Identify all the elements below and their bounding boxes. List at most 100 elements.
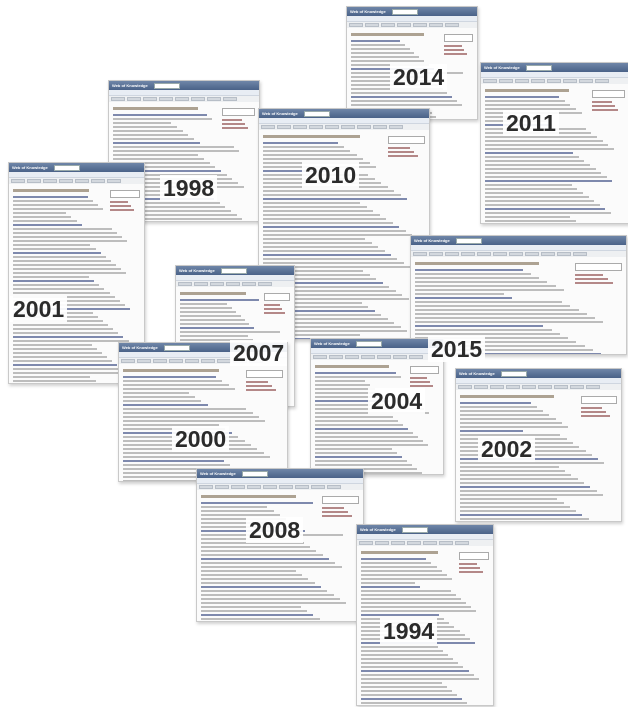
text-line xyxy=(13,212,67,214)
text-line xyxy=(263,154,357,156)
card-header: Web of Knowledge xyxy=(411,236,626,245)
year-label: 2000 xyxy=(172,426,230,452)
text-line xyxy=(351,60,425,62)
nav-tab xyxy=(201,359,215,363)
sidebar-link xyxy=(574,278,608,280)
nav-tab xyxy=(349,23,363,27)
text-line xyxy=(315,372,396,374)
text-line xyxy=(485,152,574,154)
brand-logo: Web of Knowledge xyxy=(360,527,396,532)
text-line xyxy=(201,618,320,620)
sidebar-link xyxy=(322,507,345,509)
nav-tab xyxy=(121,359,135,363)
sidebar-link xyxy=(264,304,280,306)
brand-logo: Web of Knowledge xyxy=(314,341,350,346)
search-box xyxy=(220,267,247,274)
text-line xyxy=(485,148,614,150)
nav-tab xyxy=(175,97,189,101)
text-line xyxy=(315,460,407,462)
nav-tab xyxy=(573,252,587,256)
card-header: Web of Knowledge xyxy=(357,525,493,534)
text-line xyxy=(13,248,96,250)
text-line xyxy=(13,208,104,210)
sidebar-link xyxy=(246,381,269,383)
nav-tab xyxy=(223,97,237,101)
text-line xyxy=(485,212,611,214)
nav-tab xyxy=(293,125,307,129)
text-line xyxy=(315,436,418,438)
text-line xyxy=(113,146,234,148)
nav-tab xyxy=(217,359,231,363)
nav-tab xyxy=(490,385,504,389)
nav-tab xyxy=(311,485,325,489)
text-line xyxy=(13,272,127,274)
text-line xyxy=(13,368,123,370)
search-box xyxy=(500,370,527,377)
web-of-science-screenshot-collage: Web of Knowledge Web of Knowledge Web of K… xyxy=(0,0,628,707)
sidebar-link xyxy=(322,515,352,517)
text-line xyxy=(201,586,322,588)
text-line xyxy=(460,494,603,496)
text-line xyxy=(263,218,387,220)
text-line xyxy=(113,118,213,120)
nav-tab xyxy=(461,252,475,256)
text-line xyxy=(13,324,109,326)
text-line xyxy=(201,578,309,580)
text-line xyxy=(113,130,183,132)
text-line xyxy=(263,238,366,240)
text-line xyxy=(460,486,591,488)
nav-tab xyxy=(586,385,600,389)
text-line xyxy=(415,325,544,327)
year-label: 2011 xyxy=(503,110,559,136)
brand-logo: Web of Knowledge xyxy=(122,345,158,350)
text-line xyxy=(113,154,199,156)
text-line xyxy=(415,297,513,299)
text-line xyxy=(485,140,603,142)
nav-tab xyxy=(361,355,375,359)
text-line xyxy=(13,292,110,294)
record-sidebar xyxy=(322,496,359,519)
text-line xyxy=(315,376,401,378)
sidebar-button xyxy=(574,263,622,271)
nav-tab xyxy=(226,282,240,286)
text-line xyxy=(113,142,200,144)
card-header: Web of Knowledge xyxy=(176,266,294,275)
text-line xyxy=(361,694,457,696)
nav-tab xyxy=(393,355,407,359)
sidebar-link xyxy=(409,381,431,383)
record-title xyxy=(415,262,540,265)
text-line xyxy=(263,198,408,200)
text-line xyxy=(180,311,237,313)
text-line xyxy=(201,614,314,616)
nav-tab xyxy=(538,385,552,389)
nav-tab xyxy=(554,385,568,389)
text-line xyxy=(13,224,82,226)
text-line xyxy=(361,598,461,600)
text-line xyxy=(13,284,100,286)
text-line xyxy=(13,328,114,330)
search-box xyxy=(401,526,428,533)
text-line xyxy=(361,670,469,672)
nav-tab xyxy=(579,79,593,83)
text-line xyxy=(13,236,123,238)
nav-tab xyxy=(595,79,609,83)
text-line xyxy=(361,682,442,684)
text-line xyxy=(415,301,562,303)
sidebar-button xyxy=(264,293,290,301)
nav-tab xyxy=(341,125,355,129)
text-line xyxy=(361,602,466,604)
text-line xyxy=(361,606,472,608)
text-line xyxy=(485,164,590,166)
text-line xyxy=(263,246,379,248)
text-line xyxy=(415,313,587,315)
text-line xyxy=(485,136,597,138)
search-box xyxy=(163,344,190,351)
nav-tab xyxy=(413,252,427,256)
text-line xyxy=(13,240,128,242)
nav-tab xyxy=(309,125,323,129)
text-line xyxy=(201,602,347,604)
sidebar-button xyxy=(246,370,283,378)
nav-tab xyxy=(397,23,411,27)
card-header: Web of Knowledge xyxy=(311,339,443,348)
nav-tab xyxy=(557,252,571,256)
